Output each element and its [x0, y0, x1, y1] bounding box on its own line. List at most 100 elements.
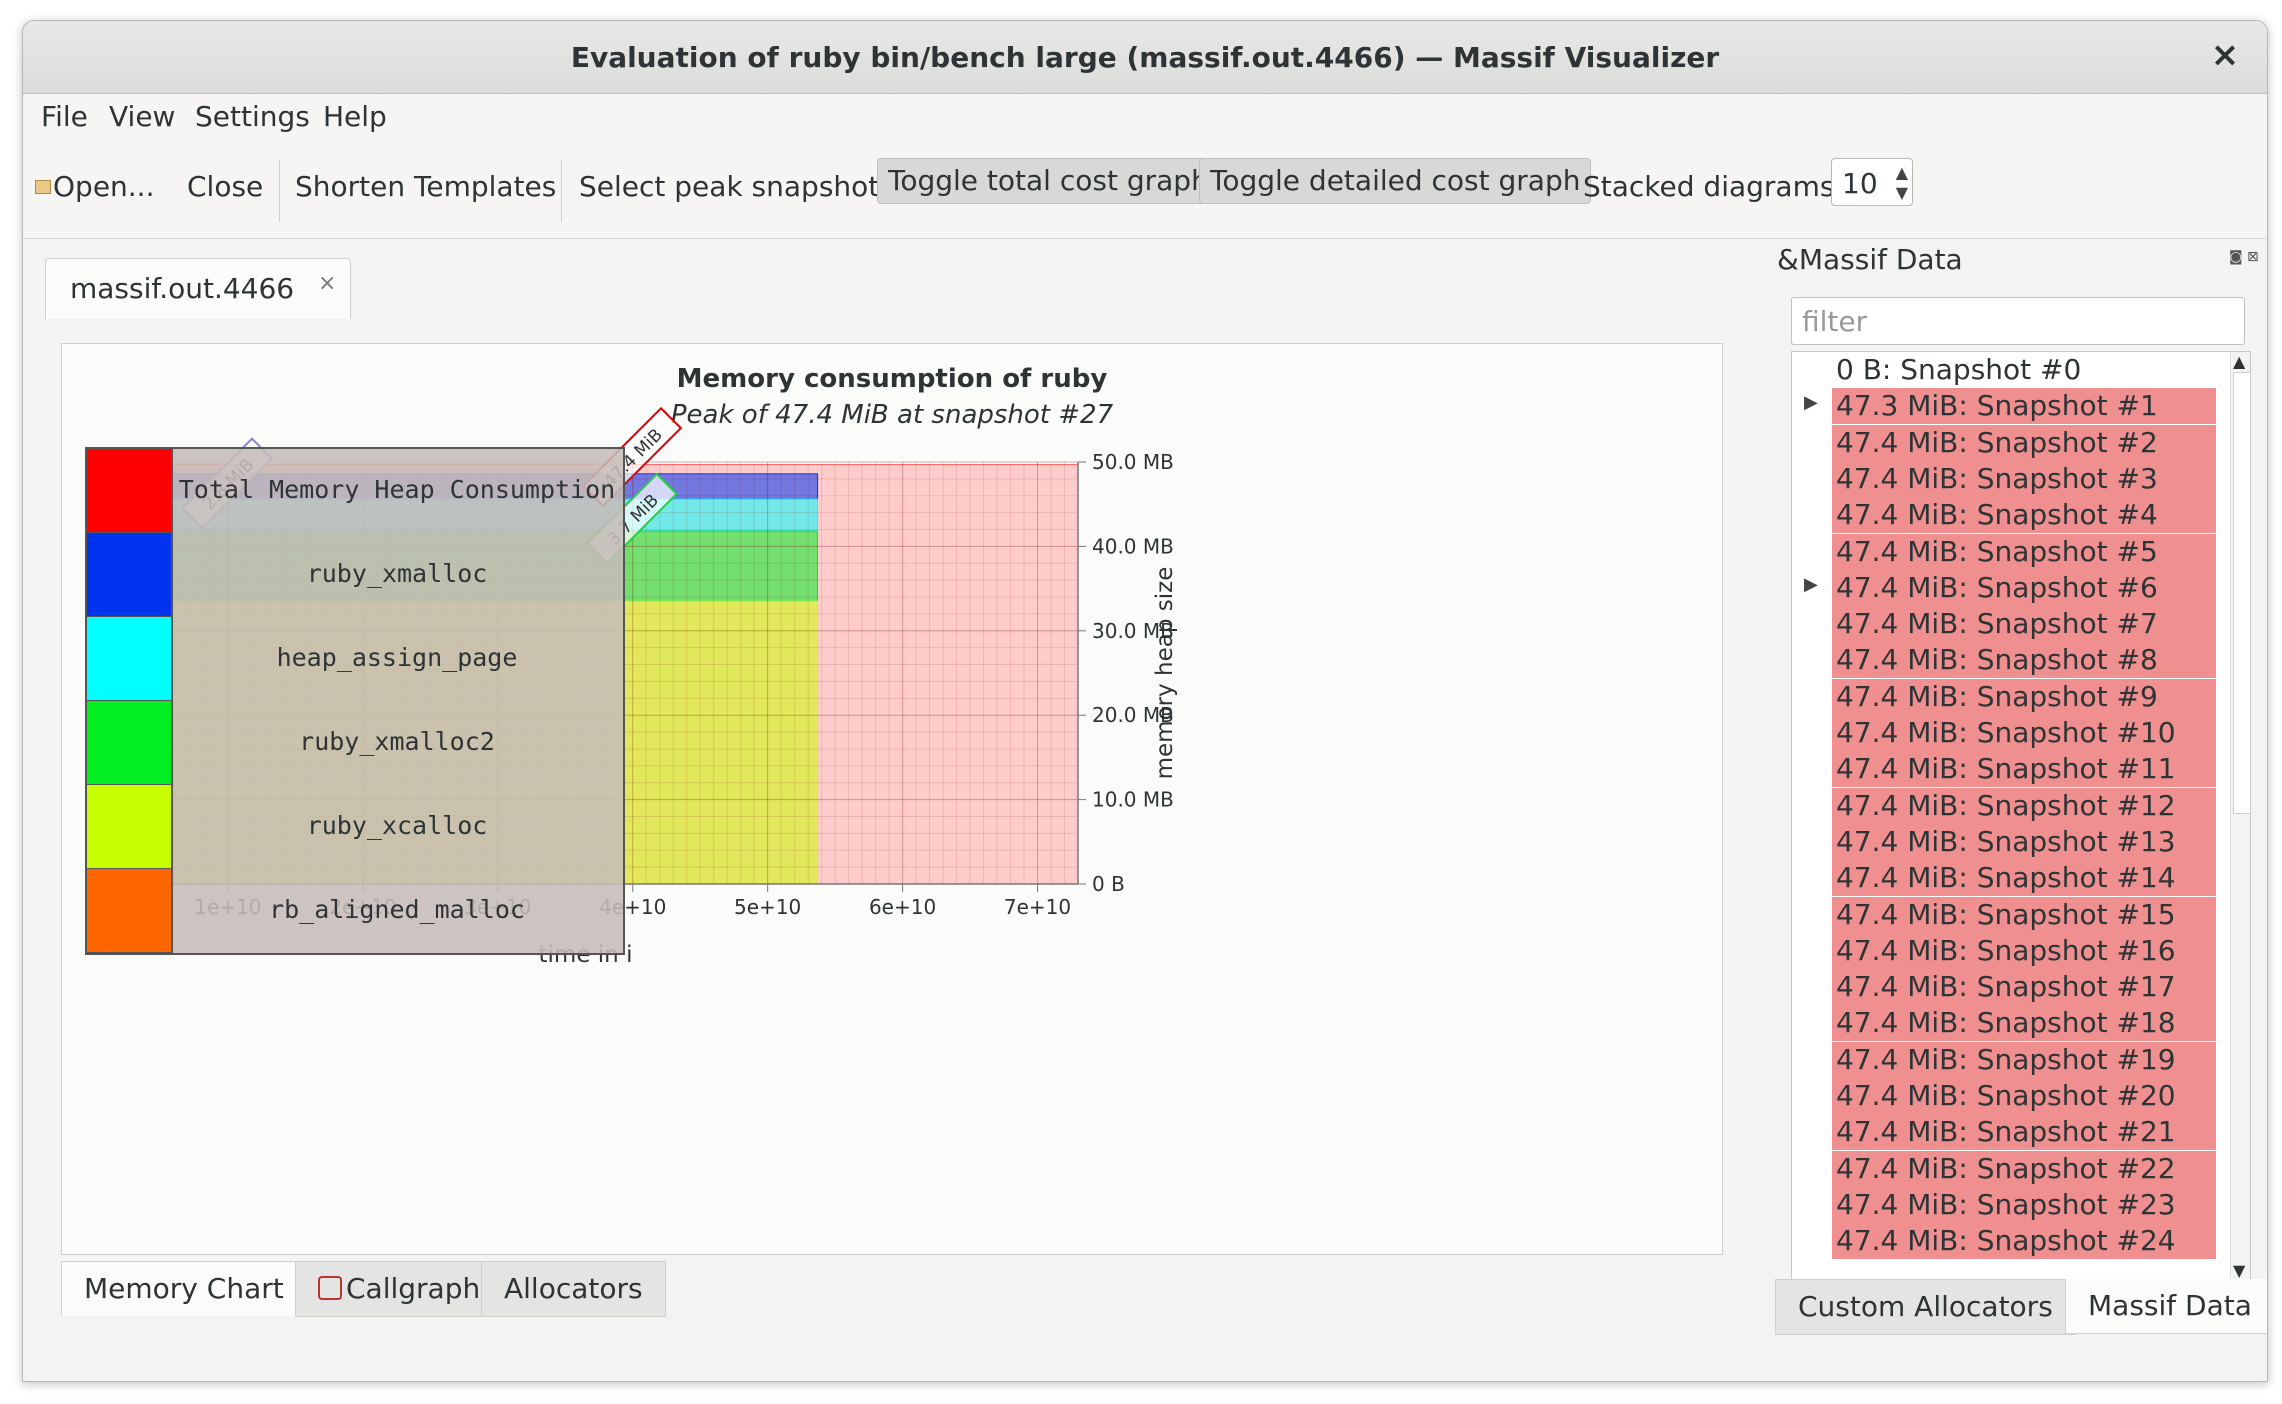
- menu-settings[interactable]: Settings: [195, 100, 310, 133]
- tab-allocators[interactable]: Allocators: [481, 1261, 666, 1317]
- document-tab[interactable]: massif.out.4466 ×: [45, 258, 351, 319]
- snapshot-item[interactable]: ▶ 47.4 MiB: Snapshot #6: [1792, 569, 2228, 606]
- app-window: Evaluation of ruby bin/bench large (mass…: [22, 20, 2268, 1382]
- snapshot-item[interactable]: 47.4 MiB: Snapshot #13: [1792, 823, 2228, 860]
- legend-item: ruby_xmalloc2: [87, 701, 623, 785]
- snapshot-item[interactable]: 47.4 MiB: Snapshot #20: [1792, 1078, 2228, 1114]
- dock-close-icon[interactable]: ⊠: [2247, 249, 2259, 265]
- snapshot-label: 47.4 MiB: Snapshot #20: [1832, 1078, 2216, 1114]
- snapshot-label: 47.4 MiB: Snapshot #3: [1832, 460, 2216, 497]
- menu-file[interactable]: File: [41, 100, 88, 133]
- snapshot-item[interactable]: ▶ 47.3 MiB: Snapshot #1: [1792, 388, 2228, 425]
- dock-float-icon[interactable]: ◙: [2229, 249, 2243, 265]
- legend-label: heap_assign_page: [276, 643, 518, 672]
- snapshot-item[interactable]: 47.4 MiB: Snapshot #21: [1792, 1114, 2228, 1151]
- menu-help[interactable]: Help: [323, 100, 387, 133]
- snapshot-label: 47.4 MiB: Snapshot #11: [1832, 751, 2216, 788]
- close-tab-icon[interactable]: ×: [318, 271, 336, 296]
- toggle-total-cost-button[interactable]: Toggle total cost graph: [877, 158, 1220, 204]
- snapshot-item[interactable]: 47.4 MiB: Snapshot #3: [1792, 460, 2228, 497]
- snapshot-item[interactable]: 47.4 MiB: Snapshot #17: [1792, 969, 2228, 1006]
- snapshot-item[interactable]: 47.4 MiB: Snapshot #24: [1792, 1223, 2228, 1260]
- tab-massif-data[interactable]: Massif Data: [2065, 1279, 2267, 1334]
- snapshot-label: 47.4 MiB: Snapshot #14: [1832, 860, 2216, 897]
- y-tick-label: 0 B: [1092, 872, 1125, 896]
- legend-swatch: [87, 701, 173, 785]
- folder-icon: [35, 180, 51, 194]
- snapshot-label: 47.4 MiB: Snapshot #15: [1832, 896, 2216, 933]
- toolbar-separator: [561, 160, 562, 222]
- tab-callgraph-label: Callgraph: [346, 1272, 481, 1305]
- menu-view[interactable]: View: [109, 100, 175, 133]
- document-tab-label: massif.out.4466: [70, 272, 295, 305]
- menu-bar: File View Settings Help: [23, 94, 2267, 138]
- legend-label: ruby_xmalloc: [306, 559, 488, 588]
- legend-label: ruby_xmalloc2: [299, 727, 495, 756]
- close-window-icon[interactable]: ×: [2205, 35, 2245, 75]
- scroll-down-icon[interactable]: ▼: [2233, 1261, 2245, 1280]
- snapshot-item[interactable]: 47.4 MiB: Snapshot #23: [1792, 1186, 2228, 1223]
- snapshot-label: 47.4 MiB: Snapshot #19: [1832, 1041, 2216, 1078]
- select-peak-snapshot-button[interactable]: Select peak snapshot: [579, 170, 879, 203]
- snapshot-label: 47.4 MiB: Snapshot #8: [1832, 642, 2216, 679]
- snapshot-label: 47.4 MiB: Snapshot #12: [1832, 787, 2216, 824]
- snapshot-label: 47.4 MiB: Snapshot #7: [1832, 606, 2216, 643]
- legend-item: Total Memory Heap Consumption: [87, 449, 623, 533]
- snapshot-label: 47.4 MiB: Snapshot #21: [1832, 1114, 2216, 1151]
- snapshot-item[interactable]: 47.4 MiB: Snapshot #19: [1792, 1041, 2228, 1078]
- snapshot-item[interactable]: 47.4 MiB: Snapshot #2: [1792, 424, 2228, 461]
- toggle-detailed-cost-button[interactable]: Toggle detailed cost graph: [1199, 158, 1592, 204]
- legend-swatch: [87, 869, 173, 953]
- stacked-diagrams-spinbox[interactable]: 10 ▲ ▼: [1831, 158, 1913, 206]
- snapshot-label: 47.4 MiB: Snapshot #24: [1832, 1223, 2216, 1260]
- snapshot-label: 0 B: Snapshot #0: [1836, 353, 2082, 386]
- snapshot-label: 47.4 MiB: Snapshot #4: [1832, 497, 2216, 534]
- snapshot-label: 47.4 MiB: Snapshot #13: [1832, 823, 2216, 860]
- tab-custom-allocators[interactable]: Custom Allocators: [1775, 1279, 2076, 1335]
- chart-legend: Total Memory Heap Consumption ruby_xmall…: [85, 447, 625, 955]
- legend-label: ruby_xcalloc: [306, 811, 488, 840]
- legend-swatch: [87, 785, 173, 869]
- snapshot-item[interactable]: 47.4 MiB: Snapshot #5: [1792, 533, 2228, 570]
- snapshot-label: 47.4 MiB: Snapshot #2: [1832, 424, 2216, 461]
- legend-swatch: [87, 533, 173, 617]
- snapshot-item[interactable]: 47.4 MiB: Snapshot #11: [1792, 751, 2228, 788]
- massif-data-dock-title: &Massif Data: [1777, 243, 1963, 276]
- toolbar-separator: [279, 160, 280, 222]
- snapshot-item[interactable]: 47.4 MiB: Snapshot #9: [1792, 678, 2228, 715]
- stacked-diagrams-value[interactable]: 10: [1842, 167, 1878, 200]
- spin-up-icon[interactable]: ▲: [1896, 163, 1908, 182]
- snapshot-item[interactable]: 47.4 MiB: Snapshot #10: [1792, 715, 2228, 751]
- snapshot-item[interactable]: 47.4 MiB: Snapshot #4: [1792, 497, 2228, 534]
- snapshot-item[interactable]: 47.4 MiB: Snapshot #15: [1792, 896, 2228, 933]
- snapshot-item[interactable]: 47.4 MiB: Snapshot #18: [1792, 1005, 2228, 1042]
- snapshot-item[interactable]: 0 B: Snapshot #0: [1792, 352, 2228, 388]
- snapshot-item[interactable]: 47.4 MiB: Snapshot #12: [1792, 787, 2228, 824]
- tab-callgraph[interactable]: Callgraph: [295, 1261, 504, 1317]
- expand-arrow-icon[interactable]: ▶: [1804, 574, 1818, 595]
- snapshot-label: 47.4 MiB: Snapshot #9: [1832, 678, 2216, 715]
- x-tick-label: 7e+10: [1004, 895, 1071, 919]
- scrollbar-thumb[interactable]: [2233, 372, 2250, 814]
- filter-field[interactable]: [1791, 297, 2245, 345]
- stacked-diagrams-label: Stacked diagrams:: [1583, 170, 1844, 203]
- snapshot-item[interactable]: 47.4 MiB: Snapshot #7: [1792, 606, 2228, 643]
- legend-item: ruby_xmalloc: [87, 533, 623, 617]
- tab-memory-chart[interactable]: Memory Chart: [61, 1261, 307, 1316]
- expand-arrow-icon[interactable]: ▶: [1804, 392, 1818, 413]
- snapshot-item[interactable]: 47.4 MiB: Snapshot #8: [1792, 642, 2228, 679]
- y-tick-label: 40.0 MB: [1092, 534, 1174, 558]
- open-button[interactable]: Open...: [35, 170, 155, 203]
- x-tick-label: 5e+10: [734, 895, 801, 919]
- legend-item: rb_aligned_malloc: [87, 869, 623, 953]
- shorten-templates-button[interactable]: Shorten Templates: [295, 170, 556, 203]
- scroll-up-icon[interactable]: ▲: [2233, 352, 2245, 371]
- snapshot-list-scrollbar[interactable]: ▲ ▼: [2230, 352, 2250, 1282]
- close-button[interactable]: Close: [187, 170, 263, 203]
- snapshot-item[interactable]: 47.4 MiB: Snapshot #14: [1792, 860, 2228, 897]
- snapshot-item[interactable]: 47.4 MiB: Snapshot #22: [1792, 1150, 2228, 1187]
- spin-down-icon[interactable]: ▼: [1896, 183, 1908, 202]
- snapshot-label: 47.4 MiB: Snapshot #5: [1832, 533, 2216, 570]
- filter-input[interactable]: [1792, 298, 2244, 344]
- snapshot-item[interactable]: 47.4 MiB: Snapshot #16: [1792, 932, 2228, 969]
